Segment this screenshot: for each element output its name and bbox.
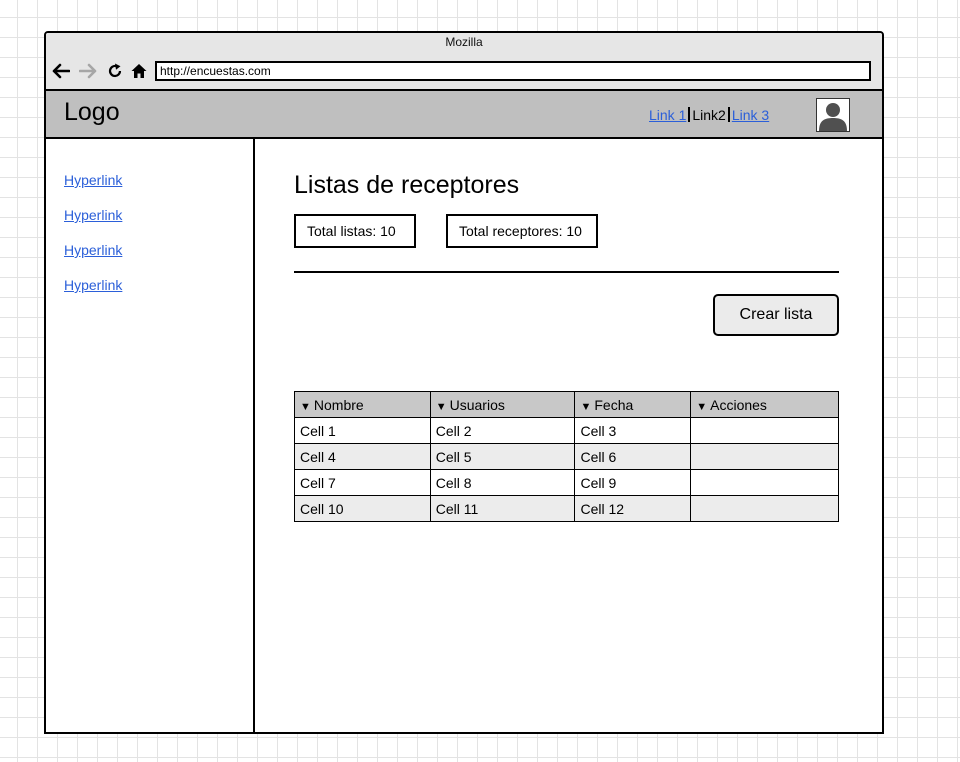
reload-icon[interactable]	[105, 61, 125, 81]
table-cell: Cell 4	[294, 443, 431, 470]
table-cell: Cell 8	[429, 469, 576, 496]
top-nav: Link 1 Link2 Link 3	[649, 107, 769, 123]
table-cell: Cell 9	[574, 469, 692, 496]
table-cell: Cell 11	[429, 495, 576, 522]
table-cell: Cell 6	[574, 443, 692, 470]
column-header-fecha[interactable]: ▼ Fecha	[574, 391, 692, 418]
nav-separator	[727, 107, 730, 122]
sort-down-icon: ▼	[435, 400, 447, 413]
browser-window: Mozilla http://encuestas.com Logo Link 1…	[44, 31, 884, 734]
sort-down-icon: ▼	[300, 400, 311, 413]
table-row[interactable]: Cell 4 Cell 5 Cell 6	[294, 443, 839, 470]
nav-separator	[688, 107, 691, 122]
sidebar-link-3[interactable]: Hyperlink	[64, 242, 122, 258]
column-header-acciones[interactable]: ▼ Acciones	[690, 391, 839, 418]
sidebar: Hyperlink Hyperlink Hyperlink Hyperlink	[46, 138, 255, 732]
browser-titlebar: Mozilla http://encuestas.com	[46, 33, 882, 89]
column-header-usuarios[interactable]: ▼ Usuarios	[429, 391, 576, 418]
table-row[interactable]: Cell 1 Cell 2 Cell 3	[294, 417, 839, 444]
nav-link-3[interactable]: Link 3	[732, 107, 769, 123]
divider	[294, 271, 839, 273]
nav-link-2-current: Link2	[692, 107, 726, 123]
sidebar-link-1[interactable]: Hyperlink	[64, 172, 122, 188]
main-content: Listas de receptores Total listas: 10 To…	[255, 138, 882, 732]
table-cell-actions	[690, 495, 839, 522]
address-bar[interactable]: http://encuestas.com	[155, 61, 871, 81]
table-cell-actions	[690, 443, 839, 470]
table-cell-actions	[690, 417, 839, 444]
table-cell: Cell 3	[574, 417, 692, 444]
table-cell: Cell 2	[429, 417, 576, 444]
table-cell: Cell 12	[574, 495, 692, 522]
user-avatar-icon[interactable]	[816, 98, 850, 132]
page-title: Listas de receptores	[294, 171, 520, 199]
total-receivers-box: Total receptores: 10	[446, 214, 598, 248]
sidebar-link-4[interactable]: Hyperlink	[64, 277, 122, 293]
site-header: Logo Link 1 Link2 Link 3	[46, 89, 882, 139]
table-row[interactable]: Cell 7 Cell 8 Cell 9	[294, 469, 839, 496]
sort-down-icon: ▼	[580, 400, 592, 413]
table-cell: Cell 5	[429, 443, 576, 470]
window-title: Mozilla	[445, 35, 483, 49]
back-arrow-icon[interactable]	[51, 61, 71, 81]
lists-table: ▼ Nombre ▼ Usuarios ▼ Fecha ▼ Acciones Cell …	[294, 391, 839, 522]
table-cell: Cell 7	[294, 469, 431, 496]
table-cell-actions	[690, 469, 839, 496]
create-list-button[interactable]: Crear lista	[713, 294, 839, 336]
column-header-nombre[interactable]: ▼ Nombre	[294, 391, 431, 418]
table-header-row: ▼ Nombre ▼ Usuarios ▼ Fecha ▼ Acciones	[294, 391, 839, 418]
table-cell: Cell 10	[294, 495, 431, 522]
total-lists-box: Total listas: 10	[294, 214, 416, 248]
logo: Logo	[64, 98, 120, 126]
sidebar-link-2[interactable]: Hyperlink	[64, 207, 122, 223]
nav-link-1[interactable]: Link 1	[649, 107, 686, 123]
home-icon[interactable]	[129, 61, 149, 81]
sort-down-icon: ▼	[696, 400, 708, 413]
forward-arrow-icon[interactable]	[78, 61, 98, 81]
table-row[interactable]: Cell 10 Cell 11 Cell 12	[294, 495, 839, 522]
table-cell: Cell 1	[294, 417, 431, 444]
